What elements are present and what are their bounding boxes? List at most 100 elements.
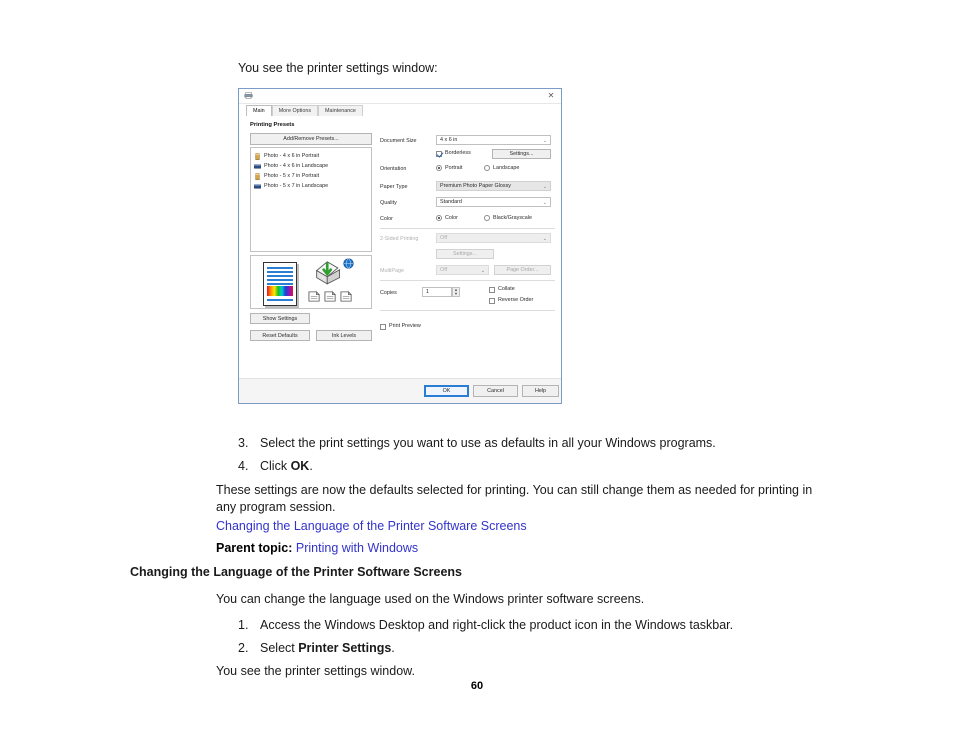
parent-topic-line: Parent topic: Printing with Windows (130, 541, 830, 555)
two-sided-settings-button: Settings... (436, 249, 494, 259)
orientation-landscape-radio[interactable] (484, 165, 490, 171)
chevron-down-icon: ⌄ (542, 138, 547, 144)
add-remove-presets-button[interactable]: Add/Remove Presets... (250, 133, 372, 145)
step-number: 3. (238, 436, 249, 450)
two-sided-printing-select[interactable]: Off ⌄ (436, 233, 551, 243)
copies-stepper[interactable]: ▲ ▼ (452, 287, 460, 297)
close-icon[interactable]: ✕ (545, 90, 557, 101)
manual-page: You see the printer settings window: ✕ M… (0, 0, 954, 738)
instructions-block: 3. Select the print settings you want to… (130, 436, 830, 678)
reverse-order-label: Reverse Order (498, 297, 534, 303)
document-size-select[interactable]: 4 x 6 in ⌄ (436, 135, 551, 145)
copies-label: Copies (380, 290, 397, 296)
printer-output-icon (315, 261, 341, 285)
link-changing-language[interactable]: Changing the Language of the Printer Sof… (216, 519, 527, 533)
borderless-checkbox[interactable] (436, 151, 442, 157)
page-title: Changing the Language of the Printer Sof… (130, 565, 462, 580)
dialog-content: Printing Presets Add/Remove Presets... P… (246, 118, 555, 378)
link-printing-with-windows[interactable]: Printing with Windows (296, 541, 418, 555)
page-order-button: Page Order... (494, 265, 551, 275)
borderless-label: Borderless (445, 150, 471, 156)
list-item: 4. Click OK. (130, 459, 830, 473)
cancel-button[interactable]: Cancel (473, 385, 518, 397)
show-settings-button[interactable]: Show Settings (250, 313, 310, 324)
portrait-preset-icon (255, 152, 260, 160)
grayscale-radio[interactable] (484, 215, 490, 221)
document-thumbnail (263, 262, 297, 306)
page-icon (308, 291, 320, 302)
step-number: 4. (238, 459, 249, 473)
closing-line: You see the printer settings window. (216, 663, 415, 678)
chevron-down-icon: ⌄ (480, 268, 485, 274)
step-number: 2. (238, 640, 249, 655)
collate-checkbox[interactable] (489, 287, 495, 293)
step-text: Select the print settings you want to us… (260, 436, 716, 450)
step-text-bold: Printer Settings (298, 640, 392, 655)
step-text: Access the Windows Desktop and right-cli… (260, 617, 734, 632)
copies-value: 1 (426, 289, 429, 295)
collate-label: Collate (498, 286, 515, 292)
step-text-suffix: . (391, 640, 395, 655)
list-item: 2. Select Printer Settings. (130, 641, 830, 655)
page-number: 60 (470, 680, 484, 692)
list-item-label: Photo - 5 x 7 in Landscape (264, 183, 329, 189)
tab-more-options[interactable]: More Options (271, 105, 319, 116)
tab-maintenance[interactable]: Maintenance (318, 105, 363, 116)
ok-button[interactable]: OK (424, 385, 469, 397)
color-label: Color (380, 216, 393, 222)
step-text-prefix: Select (260, 640, 299, 655)
parent-topic-label: Parent topic: (216, 541, 293, 556)
step-text: Click OK. (260, 459, 830, 473)
orientation-portrait-radio[interactable] (436, 165, 442, 171)
step-number: 1. (238, 617, 249, 632)
two-sided-printing-label: 2-Sided Printing (380, 236, 419, 242)
section-intro: You can change the language used on the … (216, 592, 645, 607)
copies-input[interactable]: 1 (422, 287, 452, 297)
paper-type-value: Premium Photo Paper Glossy (440, 183, 512, 189)
divider (380, 280, 555, 281)
list-item-label: Photo - 4 x 6 in Portrait (264, 153, 320, 159)
ink-levels-button[interactable]: Ink Levels (316, 330, 372, 341)
preset-list[interactable]: Photo - 4 x 6 in Portrait Photo - 4 x 6 … (250, 147, 372, 252)
grayscale-option-label: Black/Grayscale (493, 215, 532, 221)
step-text-bold: OK (290, 459, 310, 473)
list-item[interactable]: Photo - 4 x 6 in Landscape (254, 161, 371, 171)
step-text: Select Printer Settings. (260, 641, 830, 655)
globe-icon (343, 258, 354, 269)
print-preview-checkbox[interactable] (380, 324, 386, 330)
list-item: 3. Select the print settings you want to… (130, 436, 830, 450)
paper-type-select[interactable]: Premium Photo Paper Glossy ⌄ (436, 181, 551, 191)
list-item[interactable]: Photo - 4 x 6 in Portrait (254, 151, 371, 161)
quality-select[interactable]: Standard ⌄ (436, 197, 551, 207)
portrait-preset-icon (255, 172, 260, 180)
dialog-tabs: Main More Options Maintenance (246, 105, 363, 116)
divider (380, 228, 555, 229)
related-link-line: Changing the Language of the Printer Sof… (130, 519, 830, 533)
page-stack-icons (308, 290, 353, 303)
list-item-label: Photo - 4 x 6 in Landscape (264, 163, 329, 169)
chevron-down-icon: ⌄ (542, 184, 547, 190)
page-icon (324, 291, 336, 302)
dialog-footer: OK Cancel Help (239, 378, 561, 403)
landscape-preset-icon (254, 184, 261, 188)
document-size-label: Document Size (380, 138, 417, 144)
orientation-label: Orientation (380, 166, 407, 172)
printer-settings-dialog: ✕ Main More Options Maintenance Printing… (238, 88, 562, 404)
reset-defaults-button[interactable]: Reset Defaults (250, 330, 310, 341)
color-bar (267, 286, 293, 296)
list-item[interactable]: Photo - 5 x 7 in Portrait (254, 171, 371, 181)
chevron-down-icon: ⌄ (542, 236, 547, 242)
borderless-settings-button[interactable]: Settings... (492, 149, 551, 159)
color-radio[interactable] (436, 215, 442, 221)
multipage-select[interactable]: Off ⌄ (436, 265, 489, 275)
body-paragraph: These settings are now the defaults sele… (216, 483, 813, 514)
reverse-order-checkbox[interactable] (489, 298, 495, 304)
list-item[interactable]: Photo - 5 x 7 in Landscape (254, 181, 371, 191)
document-size-value: 4 x 6 in (440, 137, 458, 143)
step-text-prefix: Click (260, 459, 291, 473)
quality-value: Standard (440, 199, 462, 205)
tab-main[interactable]: Main (246, 105, 272, 116)
step-text-suffix: . (309, 459, 313, 473)
page-icon (340, 291, 352, 302)
help-button[interactable]: Help (522, 385, 559, 397)
